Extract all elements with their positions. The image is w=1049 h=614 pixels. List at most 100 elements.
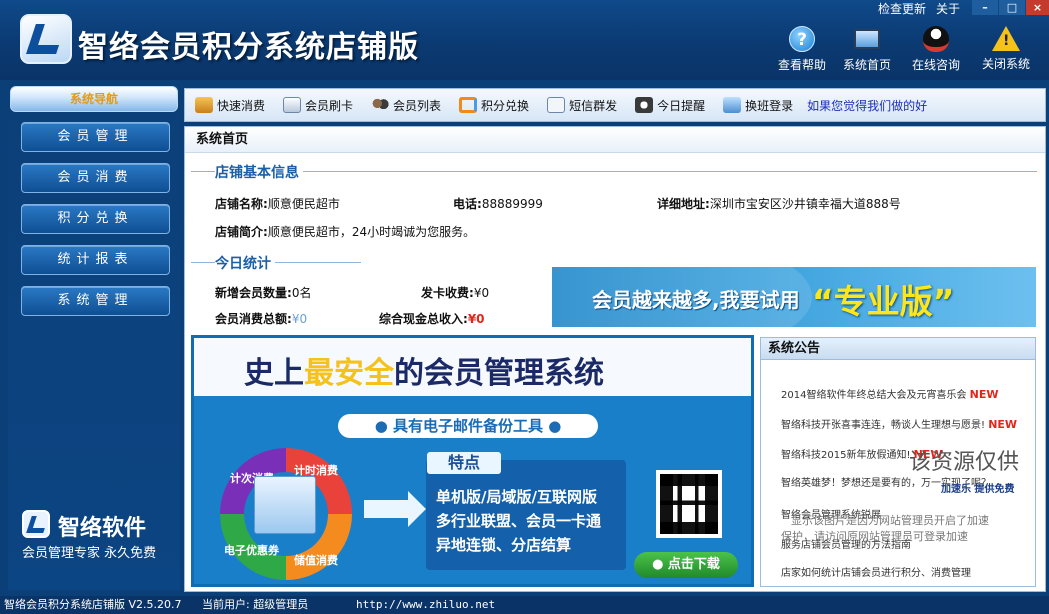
right-arrow-icon bbox=[364, 491, 426, 527]
main-panel: 系统首页 店铺基本信息 店铺名称:顺意便民超市 电话:88889999 详细地址… bbox=[184, 126, 1046, 592]
sidebar-item-points-exchange[interactable]: 积分兑换 bbox=[21, 204, 170, 234]
store-address-label: 详细地址: bbox=[657, 197, 710, 211]
notice-text: 智络科技开张喜事连连，畅谈人生理想与愿景! bbox=[781, 420, 986, 431]
shift-login-label: 换班登录 bbox=[745, 98, 794, 113]
quick-consume-button[interactable]: 快速消费 bbox=[185, 89, 273, 121]
download-button[interactable]: ● 点击下载 bbox=[634, 552, 738, 578]
online-consult-label: 在线咨询 bbox=[911, 58, 960, 72]
system-notice-panel: 系统公告 2014智络软件年终总结大会及元宵喜乐会 NEW 智络科技开张喜事连连… bbox=[760, 337, 1036, 587]
new-members-field: 新增会员数量:0名 bbox=[215, 284, 311, 301]
store-phone-label: 电话: bbox=[453, 197, 482, 211]
status-bar: 智络会员积分系统店铺版 V2.5.20.7 当前用户: 超级管理员 http:/… bbox=[0, 596, 1049, 614]
help-label: 查看帮助 bbox=[777, 58, 826, 72]
current-user: 当前用户: 超级管理员 bbox=[202, 598, 309, 611]
app-title: 智络会员积分系统店铺版 bbox=[78, 30, 419, 65]
website-url[interactable]: http://www.zhiluo.net bbox=[356, 596, 495, 614]
sms-broadcast-label: 短信群发 bbox=[569, 98, 618, 113]
member-list-label: 会员列表 bbox=[393, 98, 442, 113]
app-window: 智络会员积分系统店铺版 检查更新 关于 – □ × ? 查看帮助 系统首页 在线… bbox=[0, 0, 1049, 614]
online-consult-button[interactable]: 在线咨询 bbox=[905, 26, 967, 73]
watermark-text: 该资源仅供 bbox=[909, 450, 1020, 475]
sidebar: 系统导航 会员管理 会员消费 积分兑换 统计报表 系统管理 智络软件 会员管理专… bbox=[8, 86, 180, 590]
maximize-button[interactable]: □ bbox=[999, 0, 1025, 15]
notice-item[interactable]: 店家如何统计店铺会员进行积分、消费管理 bbox=[781, 564, 971, 579]
notice-text: 店家如何统计店铺会员进行积分、消费管理 bbox=[781, 568, 971, 579]
card-fee-field: 发卡收费:¥0 bbox=[421, 284, 489, 301]
divider bbox=[191, 171, 1037, 172]
product-banner: 史上最安全的会员管理系统 ● 具有电子邮件备份工具 ● 计次消费 计时消费 储值… bbox=[191, 335, 754, 587]
member-card-swipe-button[interactable]: 会员刷卡 bbox=[273, 89, 361, 121]
cycle-label: 电子优惠券 bbox=[224, 544, 279, 557]
store-name-label: 店铺名称: bbox=[215, 197, 268, 211]
notice-title: 系统公告 bbox=[761, 338, 1035, 360]
card-fee-value: ¥0 bbox=[473, 286, 490, 300]
promo-highlight: “专业版” bbox=[812, 282, 955, 321]
notice-item[interactable]: 2014智络软件年终总结大会及元宵喜乐会 NEW bbox=[781, 386, 999, 401]
new-members-label: 新增会员数量: bbox=[215, 286, 292, 300]
minimize-button[interactable]: – bbox=[972, 0, 998, 15]
feature-line: 异地连锁、分店结算 bbox=[436, 536, 572, 554]
new-badge: NEW bbox=[988, 418, 1018, 431]
about-link[interactable]: 关于 bbox=[936, 0, 960, 16]
brand-logo bbox=[22, 510, 50, 538]
exchange-icon bbox=[459, 97, 478, 113]
toolbar: 快速消费 会员刷卡 会员列表 积分兑换 短信群发 今日提醒 换班登录 如果您觉得… bbox=[184, 88, 1046, 122]
sidebar-item-statistics[interactable]: 统计报表 bbox=[21, 245, 170, 275]
store-address-field: 详细地址:深圳市宝安区沙井镇幸福大道888号 bbox=[657, 195, 901, 212]
points-exchange-button[interactable]: 积分兑换 bbox=[449, 89, 537, 121]
cart-icon bbox=[195, 97, 213, 113]
store-phone-value: 88889999 bbox=[481, 197, 543, 211]
sms-broadcast-button[interactable]: 短信群发 bbox=[537, 89, 625, 121]
sidebar-item-member-management[interactable]: 会员管理 bbox=[21, 122, 170, 152]
watermark-speed: 加速乐 提供免费 bbox=[941, 484, 1015, 495]
exit-system-label: 关闭系统 bbox=[981, 57, 1030, 71]
notice-text: 智络科技2015新年放假通知! bbox=[781, 450, 911, 461]
notice-text: 2014智络软件年终总结大会及元宵喜乐会 bbox=[781, 390, 967, 401]
close-window-button[interactable]: × bbox=[1026, 0, 1049, 15]
watermark-line: 保护，请访问原网站管理员可登录加速 bbox=[781, 530, 968, 543]
banner-headline-highlight: 最安全 bbox=[304, 356, 394, 391]
card-icon bbox=[283, 97, 302, 113]
clock-icon bbox=[635, 97, 654, 113]
member-list-button[interactable]: 会员列表 bbox=[361, 89, 449, 121]
store-phone-field: 电话:88889999 bbox=[453, 195, 543, 212]
features-title: 特点 bbox=[427, 452, 501, 474]
store-address-value: 深圳市宝安区沙井镇幸福大道888号 bbox=[709, 197, 901, 211]
today-reminder-button[interactable]: 今日提醒 bbox=[625, 89, 713, 121]
cash-total-value: ¥0 bbox=[467, 312, 485, 326]
sidebar-heading: 系统导航 bbox=[10, 86, 178, 112]
shift-login-button[interactable]: 换班登录 bbox=[713, 89, 801, 121]
consume-total-label: 会员消费总额: bbox=[215, 312, 292, 326]
notice-item[interactable]: 智络科技开张喜事连连，畅谈人生理想与愿景! NEW bbox=[781, 416, 1017, 431]
shift-icon bbox=[723, 97, 742, 113]
today-reminder-label: 今日提醒 bbox=[657, 98, 706, 113]
exit-system-button[interactable]: 关闭系统 bbox=[975, 26, 1037, 72]
sidebar-item-system-management[interactable]: 系统管理 bbox=[21, 286, 170, 316]
check-update-link[interactable]: 检查更新 bbox=[878, 0, 926, 16]
feedback-link[interactable]: 如果您觉得我们做的好 bbox=[801, 97, 927, 114]
watermark-line: 显示该图片是因为网站管理员开启了加速 bbox=[791, 514, 989, 527]
app-logo bbox=[20, 14, 72, 64]
sidebar-item-member-consumption[interactable]: 会员消费 bbox=[21, 163, 170, 193]
home-label: 系统首页 bbox=[842, 58, 891, 72]
users-icon bbox=[371, 97, 390, 113]
cash-total-field: 综合现金总收入:¥0 bbox=[379, 310, 485, 327]
feature-line: 多行业联盟、会员一卡通 bbox=[436, 512, 602, 530]
card-fee-label: 发卡收费: bbox=[421, 286, 474, 300]
home-button[interactable]: 系统首页 bbox=[836, 26, 898, 73]
app-version: 智络会员积分系统店铺版 V2.5.20.7 bbox=[4, 598, 182, 611]
member-card-swipe-label: 会员刷卡 bbox=[305, 98, 354, 113]
mail-icon bbox=[547, 97, 566, 113]
new-badge: NEW bbox=[969, 388, 999, 401]
software-box-image bbox=[254, 476, 316, 534]
cycle-label: 储值消费 bbox=[294, 554, 338, 567]
cash-total-label: 综合现金总收入: bbox=[379, 312, 468, 326]
store-name-field: 店铺名称:顺意便民超市 bbox=[215, 195, 340, 212]
help-button[interactable]: ? 查看帮助 bbox=[771, 26, 833, 73]
pro-version-promo[interactable]: 会员越来越多,我要试用 “专业版” bbox=[552, 267, 1036, 327]
warning-icon bbox=[992, 26, 1020, 51]
brand-slogan: 会员管理专家 永久免费 bbox=[22, 546, 157, 561]
store-info-heading: 店铺基本信息 bbox=[215, 162, 303, 182]
header: 智络会员积分系统店铺版 检查更新 关于 – □ × ? 查看帮助 系统首页 在线… bbox=[0, 0, 1049, 80]
consume-total-field: 会员消费总额:¥0 bbox=[215, 310, 307, 327]
